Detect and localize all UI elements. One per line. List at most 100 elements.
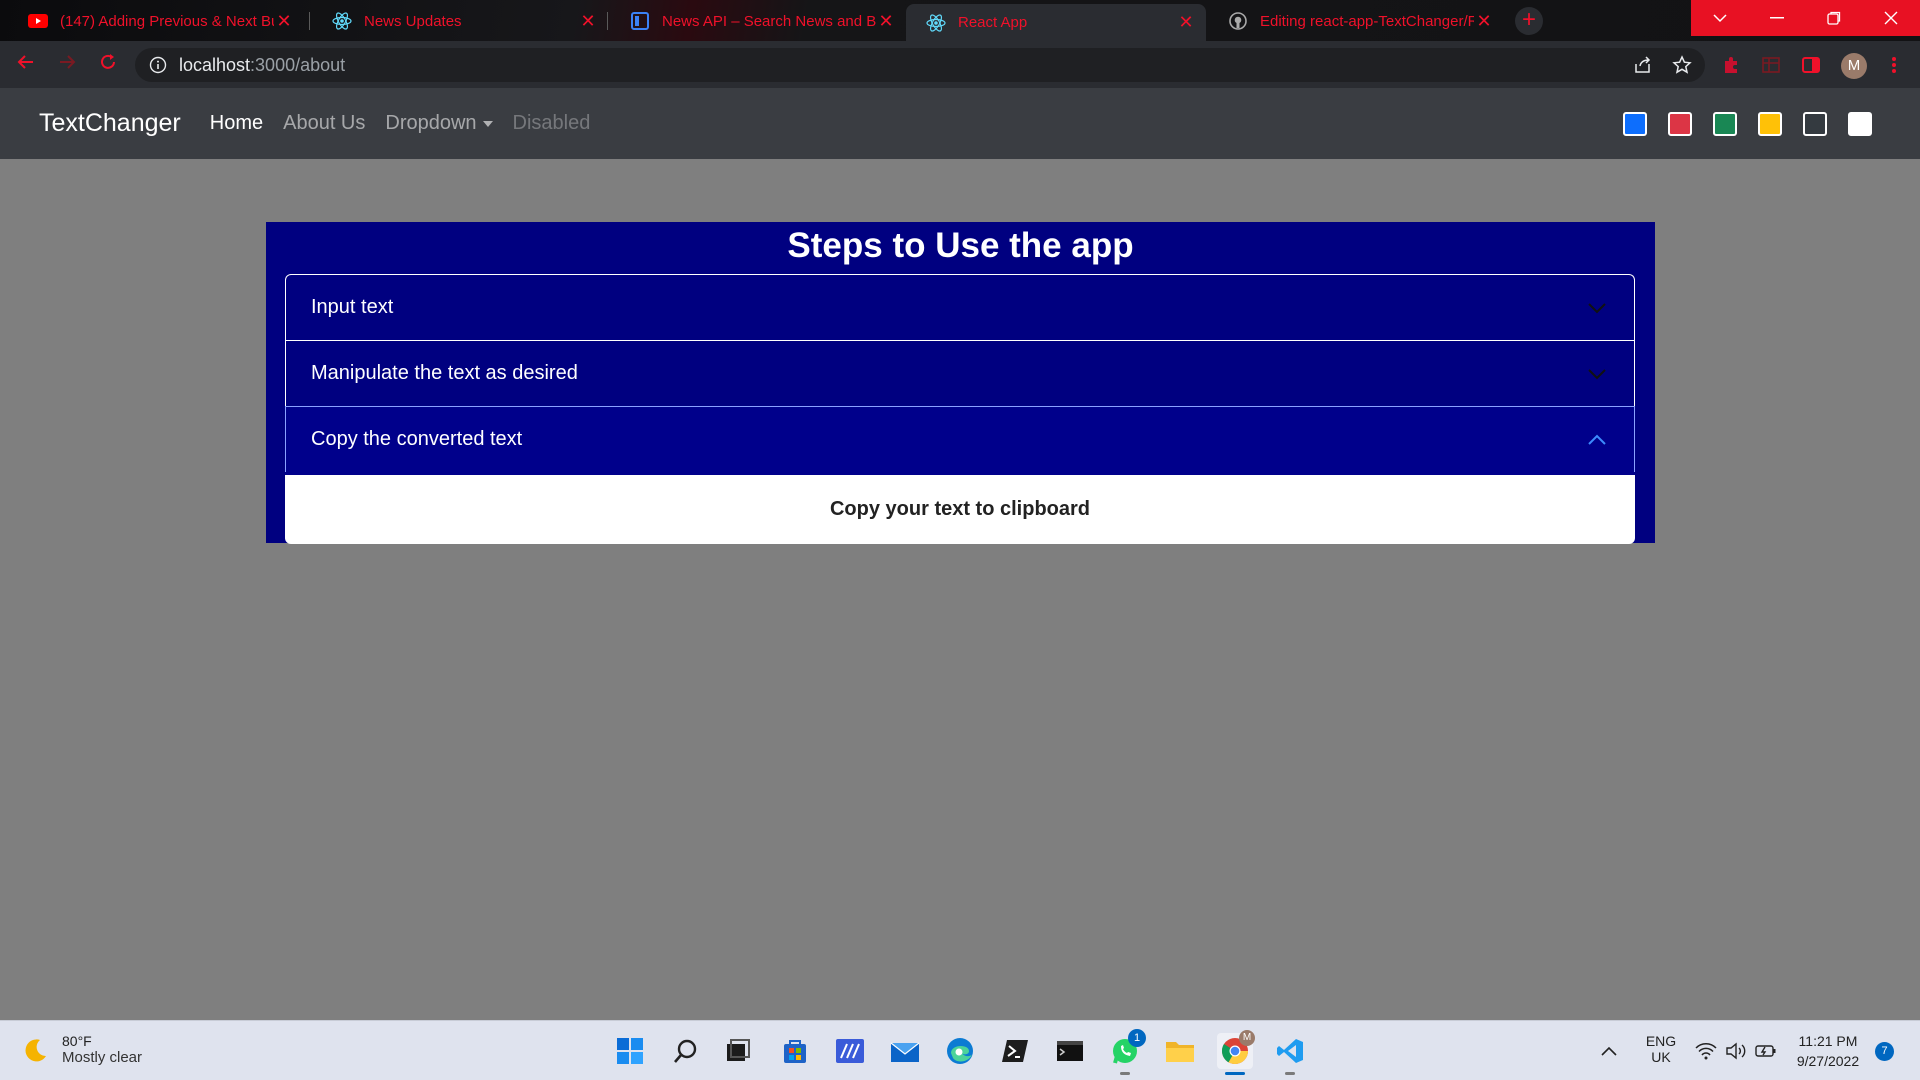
close-tab-icon[interactable]: ✕ (274, 11, 294, 32)
tab-news-updates[interactable]: News Updates ✕ (312, 4, 608, 38)
tab-search-button[interactable] (1691, 0, 1748, 36)
theme-swatch-light[interactable] (1848, 112, 1872, 136)
minimize-icon (1769, 17, 1784, 19)
accordion-item-input-text[interactable]: Input text (285, 274, 1635, 340)
theme-swatch-blue[interactable] (1623, 112, 1647, 136)
wifi-button[interactable] (1693, 1033, 1719, 1069)
battery-button[interactable] (1753, 1033, 1779, 1069)
close-tab-icon[interactable]: ✕ (1474, 11, 1494, 32)
running-indicator (1120, 1072, 1130, 1075)
menu-button[interactable] (1881, 52, 1907, 78)
weather-temp: 80°F (62, 1033, 92, 1049)
command-prompt-icon (1057, 1041, 1083, 1061)
tab-youtube[interactable]: (147) Adding Previous & Next Bu ✕ (8, 4, 304, 38)
vscode-button[interactable] (1272, 1033, 1308, 1075)
restore-icon (1826, 11, 1840, 25)
accordion-item-copy-text[interactable]: Copy the converted text (285, 406, 1635, 472)
reload-button[interactable] (94, 51, 122, 79)
tab-separator (607, 12, 608, 30)
extension-button[interactable] (1758, 52, 1784, 78)
grid-extension-icon (1762, 57, 1780, 73)
react-icon (926, 13, 946, 33)
share-button[interactable] (1630, 52, 1656, 78)
mail-icon (890, 1042, 920, 1062)
arrow-left-icon (17, 55, 33, 69)
minimize-button[interactable] (1748, 0, 1805, 36)
profile-avatar[interactable]: M (1841, 53, 1867, 79)
extension-button[interactable] (1718, 52, 1744, 78)
star-icon (1672, 55, 1692, 74)
start-button[interactable] (612, 1033, 648, 1069)
language-indicator[interactable]: ENG UK (1642, 1033, 1680, 1065)
close-icon (1884, 11, 1898, 25)
bookmark-button[interactable] (1669, 52, 1695, 78)
close-window-button[interactable] (1862, 0, 1920, 36)
app-icon (836, 1039, 864, 1063)
theme-swatch-green[interactable] (1713, 112, 1737, 136)
new-tab-button[interactable]: + (1515, 7, 1543, 35)
search-button[interactable] (668, 1033, 704, 1069)
mail-button[interactable] (887, 1033, 923, 1069)
tab-title: (147) Adding Previous & Next Bu (60, 12, 274, 30)
weather-desc: Mostly clear (62, 1049, 143, 1066)
side-panel-button[interactable] (1798, 52, 1824, 78)
clock-time: 11:21 PM (1798, 1033, 1858, 1049)
volume-button[interactable] (1723, 1033, 1749, 1069)
tab-github[interactable]: Editing react-app-TextChanger/R ✕ (1208, 4, 1504, 38)
vscode-icon (1277, 1039, 1303, 1063)
nav-disabled: Disabled (512, 112, 591, 134)
clock[interactable]: 11:21 PM 9/27/2022 (1790, 1031, 1866, 1071)
close-tab-icon[interactable]: ✕ (578, 11, 598, 32)
close-tab-icon[interactable]: ✕ (876, 11, 896, 32)
theme-swatch-dark[interactable] (1803, 112, 1827, 136)
accordion-item-label: Manipulate the text as desired (311, 362, 578, 384)
task-view-button[interactable] (720, 1033, 756, 1069)
app-button[interactable] (832, 1033, 868, 1069)
forward-button[interactable] (53, 51, 81, 79)
language-code: ENG (1645, 1033, 1677, 1049)
clock-date: 9/27/2022 (1796, 1053, 1860, 1069)
tab-react-app[interactable]: React App ✕ (906, 4, 1206, 41)
edge-icon (947, 1038, 973, 1064)
arrow-right-icon (60, 55, 76, 69)
edge-button[interactable] (942, 1033, 978, 1069)
github-icon (1228, 11, 1248, 31)
brand-logo[interactable]: TextChanger (39, 109, 181, 138)
info-icon[interactable] (149, 56, 167, 74)
task-view-icon (727, 1039, 750, 1061)
windows-icon (617, 1038, 643, 1064)
whatsapp-button[interactable]: 1 (1107, 1029, 1146, 1075)
show-hidden-icons-button[interactable] (1597, 1033, 1621, 1069)
browser-toolbar: localhost:3000/about M (0, 41, 1920, 88)
side-panel-icon (1802, 57, 1820, 73)
nav-dropdown[interactable]: Dropdown (385, 112, 493, 135)
theme-swatch-yellow[interactable] (1758, 112, 1782, 136)
back-button[interactable] (12, 51, 40, 79)
notification-badge: 1 (1128, 1029, 1146, 1047)
nav-home[interactable]: Home (210, 112, 263, 135)
accordion-body: Copy your text to clipboard (285, 472, 1635, 544)
file-explorer-button[interactable] (1162, 1033, 1198, 1069)
page-title: Steps to Use the app (787, 226, 1134, 265)
nav-about[interactable]: About Us (283, 112, 365, 135)
youtube-icon (28, 11, 48, 31)
microsoft-store-button[interactable] (777, 1033, 813, 1069)
powershell-button[interactable] (997, 1033, 1033, 1069)
accordion-item-manipulate-text[interactable]: Manipulate the text as desired (285, 340, 1635, 406)
chevron-down-icon (1588, 369, 1606, 380)
url-host: localhost (179, 54, 251, 75)
weather-widget[interactable]: 80°F Mostly clear (22, 1033, 142, 1066)
tab-news-api[interactable]: News API – Search News and Blo ✕ (610, 4, 906, 38)
profile-badge: M (1239, 1030, 1255, 1046)
share-icon (1635, 56, 1651, 73)
chrome-button[interactable]: M (1217, 1030, 1255, 1075)
react-icon (332, 11, 352, 31)
tab-title: News Updates (364, 12, 462, 30)
close-tab-icon[interactable]: ✕ (1176, 12, 1196, 33)
notification-center-badge[interactable]: 7 (1875, 1042, 1894, 1061)
cmd-button[interactable] (1052, 1033, 1088, 1069)
theme-swatch-red[interactable] (1668, 112, 1692, 136)
restore-button[interactable] (1805, 0, 1862, 36)
address-bar[interactable]: localhost:3000/about (135, 48, 1705, 82)
kebab-menu-icon (1892, 57, 1896, 73)
